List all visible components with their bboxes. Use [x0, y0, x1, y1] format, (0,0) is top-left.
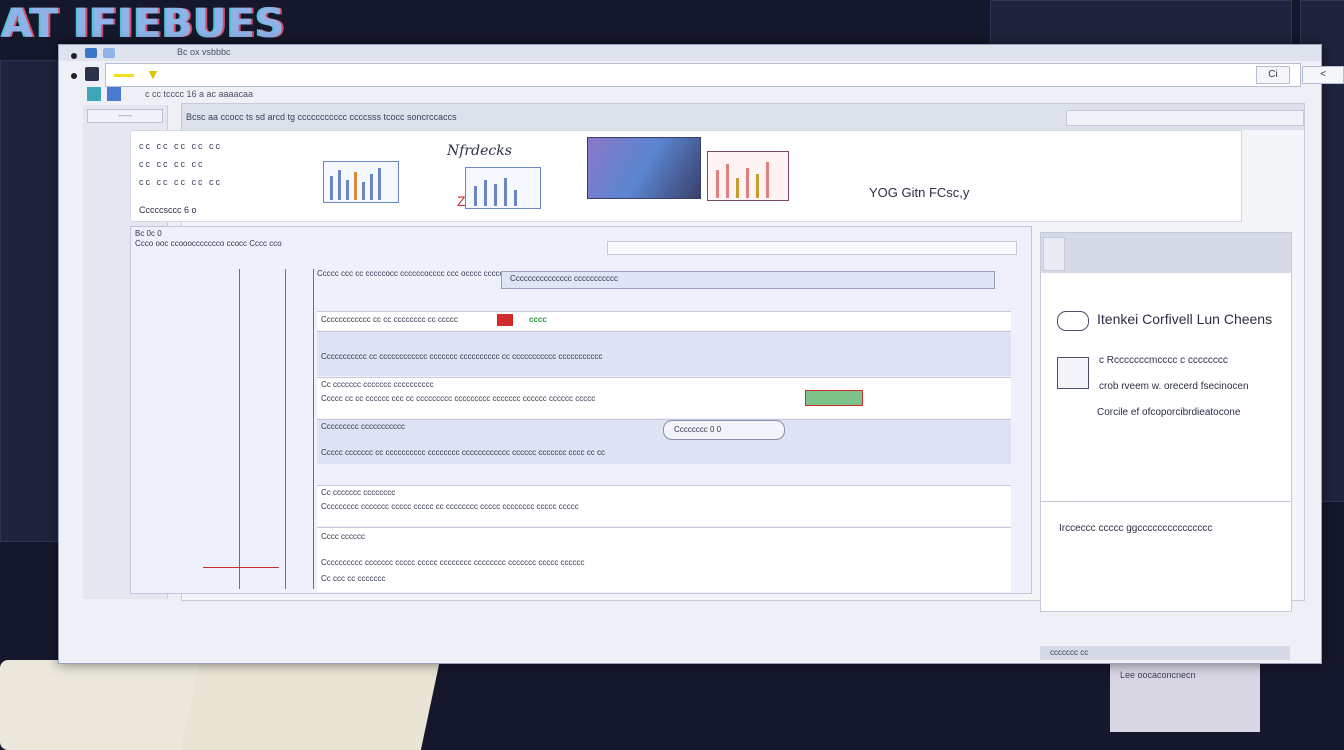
- mini-chart-bar: [474, 186, 477, 206]
- row-footer: Cc ccc cc ccccccc: [321, 574, 386, 583]
- row-line-2: Ccccccccc ccccccc ccccc ccccc cc ccccccc…: [321, 502, 579, 511]
- mini-chart-bar: [736, 178, 739, 198]
- tab-icon[interactable]: [103, 48, 115, 58]
- grid-row-numbers-col: [201, 269, 240, 589]
- right-panel-tab[interactable]: [1043, 237, 1065, 271]
- app-icon: [85, 48, 97, 58]
- row-line-1: Cc ccccccc ccccccc cccccccccc: [321, 380, 434, 389]
- row-line-1: Ccccccccc ccccccccccc: [321, 422, 405, 431]
- toolbar-icon-2[interactable]: [107, 87, 121, 101]
- row-line-1: Cccc cccccc: [321, 532, 365, 541]
- mini-chart-bar: [330, 176, 333, 200]
- right-panel-divider: [1041, 501, 1291, 502]
- background-logo: AT IFIEBUES: [2, 1, 286, 47]
- table-row[interactable]: Cccccccccccc cc cc cccccccc cc ccccc ccc…: [317, 311, 1011, 330]
- chat-bubble-icon: [1057, 311, 1089, 331]
- right-panel: Itenkei Corfivell Lun Cheens c Rcccccccm…: [1040, 232, 1292, 612]
- mini-chart-2: [465, 167, 541, 209]
- row-pill[interactable]: Cccccccc 0 0: [663, 420, 785, 440]
- grid-highlight-text: Ccccccccccccccc ccccccccccc: [510, 274, 618, 283]
- address-button-2[interactable]: <: [1302, 66, 1344, 84]
- toolbar-icon-1[interactable]: [87, 87, 101, 101]
- grid-index-col-1: [241, 269, 286, 589]
- mini-chart-bar: [346, 180, 349, 200]
- row-line-2: Cccccccccc ccccccc ccccc ccccc cccccccc …: [321, 558, 585, 567]
- status-bar: ccccccc cc: [1040, 646, 1290, 660]
- mini-chart-bar: [716, 170, 719, 198]
- mini-chart-bar: [370, 174, 373, 200]
- table-row[interactable]: Cc ccccccc ccccccc cccccccccc Ccccc cc c…: [317, 377, 1011, 418]
- row-line-2: Ccccc cc cc cccccc ccc cc ccccccccc cccc…: [321, 394, 596, 403]
- window-title: Bc ox vsbbbc: [177, 47, 231, 57]
- mini-chart-bar: [378, 168, 381, 200]
- right-panel-line-2: crob rveem w. orecerd fsecinocen: [1099, 381, 1249, 392]
- mini-chart-bar: [354, 172, 357, 200]
- table-row[interactable]: Ccccccccc ccccccccccc Cccccccc 0 0 Ccccc…: [317, 419, 1011, 464]
- data-grid: Bc 0c 0 Ccco ooc ccoooccccccco ccocc Ccc…: [130, 226, 1032, 594]
- window-titlebar: Bc ox vsbbbc: [59, 45, 1321, 61]
- banner-dot-row-3: cc cc cc cc cc: [139, 177, 223, 187]
- mini-chart-bar: [726, 164, 729, 198]
- right-panel-line-1: c Rcccccccmcccc c cccccccc: [1099, 355, 1228, 366]
- grid-highlight-bar: Ccccccccccccccc ccccccccccc: [501, 271, 995, 289]
- mini-chart-bar: [504, 178, 507, 206]
- mini-chart-bar: [494, 184, 497, 206]
- table-row[interactable]: Ccccccccccc cc cccccccccccc ccccccc cccc…: [317, 331, 1011, 376]
- sidebar-header[interactable]: -----: [87, 109, 163, 123]
- banner: cc cc cc cc cc cc cc cc cc cc cc cc cc c…: [130, 130, 1242, 222]
- status-text: ccccccc cc: [1050, 648, 1089, 657]
- bg-panel-top: [990, 0, 1292, 46]
- row-line-2: Ccccc ccccccc cc cccccccccc cccccccc ccc…: [321, 448, 606, 457]
- banner-handwritten-title: Nfrdecks: [447, 143, 512, 159]
- row-green-bar: [805, 390, 863, 406]
- filter-icon[interactable]: ▼: [146, 66, 160, 82]
- banner-caption: Cccccsccc 6 o: [139, 205, 197, 215]
- table-row[interactable]: Cc ccccccc cccccccc Ccccccccc ccccccc cc…: [317, 485, 1011, 526]
- row-pill-text: Cccccccc 0 0: [674, 425, 722, 434]
- content-search-input[interactable]: [1066, 110, 1304, 126]
- mini-chart-bar: [362, 182, 365, 200]
- toolbar: c cc tcccc 16 a ac aaaacaa: [83, 85, 1303, 105]
- banner-dot-row-2: cc cc cc cc: [139, 159, 205, 169]
- back-icon[interactable]: [71, 53, 77, 59]
- bg-panel-left: [0, 60, 58, 542]
- table-row[interactable]: Cccc cccccc Cccccccccc ccccccc ccccc ccc…: [317, 527, 1011, 592]
- desk-sticker: Lee oocaconcnecn: [1110, 662, 1260, 732]
- red-mark: Z: [457, 193, 466, 209]
- row-red-icon: [497, 314, 513, 326]
- mini-chart-bar: [338, 170, 341, 200]
- address-highlight: [114, 74, 134, 77]
- banner-dot-row-1: cc cc cc cc cc: [139, 141, 223, 151]
- grid-index-col-2: [287, 269, 314, 589]
- right-panel-line-3: Corcile ef ofcoporcibrdieatocone: [1097, 407, 1241, 418]
- desk-sticker-text: Lee oocaconcnecn: [1120, 670, 1196, 680]
- mini-chart-bar: [756, 174, 759, 198]
- banner-image: [587, 137, 701, 199]
- right-panel-header: [1041, 233, 1291, 273]
- mini-chart-bar: [514, 190, 517, 206]
- red-underline: [203, 567, 279, 568]
- mini-chart-bar: [766, 162, 769, 198]
- mini-chart-1: [323, 161, 399, 203]
- address-button-1[interactable]: Ci: [1256, 66, 1290, 84]
- mini-chart-3: [707, 151, 789, 201]
- row-line-1: Ccccccccccc cc cccccccccccc ccccccc cccc…: [321, 352, 603, 361]
- address-app-icon[interactable]: [85, 67, 99, 81]
- content-header: Bcsc aa ccocc ts sd arcd tg ccccccccccc …: [182, 104, 1304, 130]
- mini-chart-bar: [746, 168, 749, 198]
- address-bar[interactable]: ▼ Ci <: [105, 63, 1344, 87]
- toolbar-text: c cc tcccc 16 a ac aaaacaa: [145, 89, 254, 99]
- mini-chart-bar: [484, 180, 487, 206]
- forward-icon[interactable]: [71, 73, 77, 79]
- content-header-text: Bcsc aa ccocc ts sd arcd tg ccccccccccc …: [186, 112, 457, 122]
- note-icon: [1057, 357, 1089, 389]
- grid-search-field[interactable]: [607, 241, 1017, 255]
- right-panel-footer: Ircceccc ccccc ggccccccccccccccc: [1059, 523, 1213, 534]
- desk-notebook: [180, 664, 440, 750]
- right-panel-title: Itenkei Corfivell Lun Cheens: [1097, 311, 1273, 327]
- row-green-tag: cccc: [529, 315, 547, 324]
- row-line-1: Cccccccccccc cc cc cccccccc cc ccccc: [321, 315, 458, 324]
- banner-handwritten-note: YOG Gitn FCsc,y: [869, 185, 970, 200]
- row-line-1: Cc ccccccc cccccccc: [321, 488, 396, 497]
